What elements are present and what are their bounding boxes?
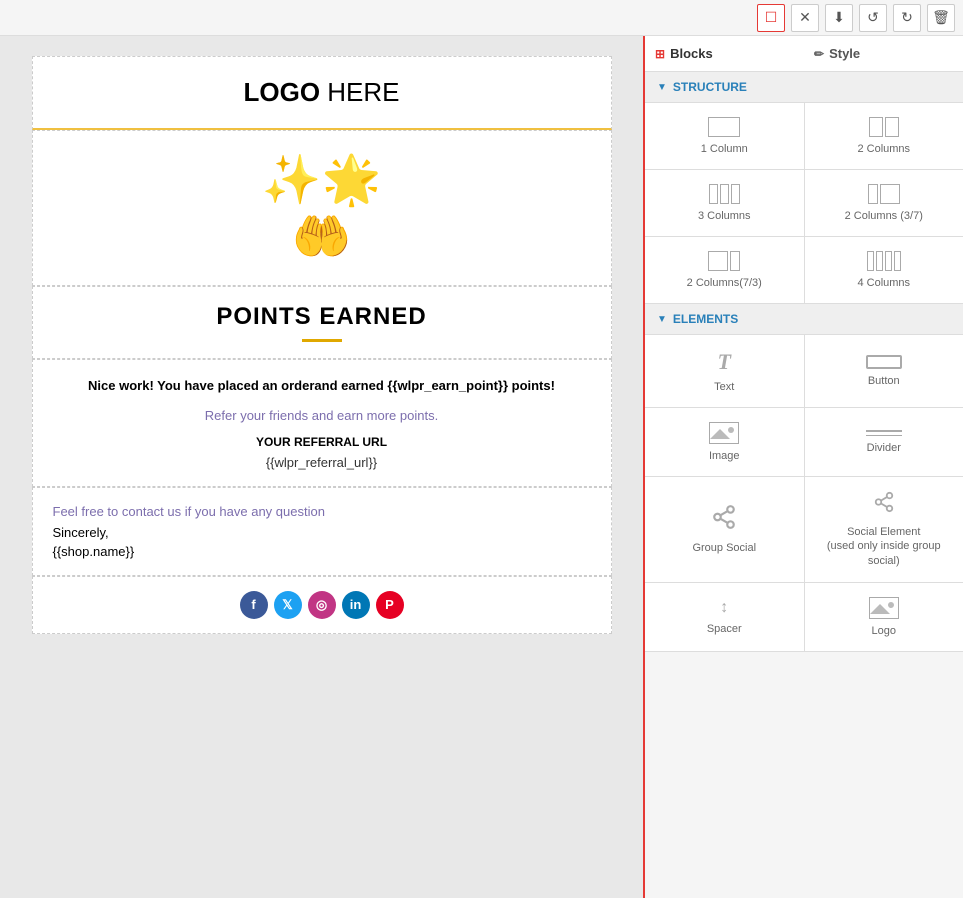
logo-element-icon (869, 597, 899, 619)
footer-sincerely: Sincerely, (53, 525, 591, 540)
block-text[interactable]: T Text (645, 335, 804, 407)
2col-label: 2 Columns (857, 143, 910, 155)
spacer-label: Spacer (707, 623, 742, 635)
2col-icon (869, 117, 899, 137)
block-1-column[interactable]: 1 Column (645, 103, 804, 169)
group-social-label: Group Social (692, 542, 756, 554)
email-social-section: f 𝕏 ◎ in P (32, 576, 612, 634)
pinterest-icon[interactable]: P (376, 591, 404, 619)
divider-label: Divider (867, 442, 901, 454)
points-title: POINTS EARNED (49, 303, 595, 331)
footer-contact: Feel free to contact us if you have any … (53, 504, 591, 519)
style-pen-icon: ✏ (814, 47, 824, 61)
logo-text: LOGO HERE (243, 77, 399, 107)
email-title-section: POINTS EARNED (32, 286, 612, 359)
4col-label: 4 Columns (857, 277, 910, 289)
logo-regular: HERE (320, 77, 399, 107)
button-element-icon (866, 355, 902, 369)
spacer-element-icon: ↕ (720, 599, 728, 617)
tab-blocks-label: Blocks (670, 46, 713, 61)
email-footer-section: Feel free to contact us if you have any … (32, 487, 612, 576)
sidebar: ⊞ Blocks ✏ Style ▼ STRUCTURE 1 Column (643, 36, 963, 898)
structure-section-header: ▼ STRUCTURE (645, 72, 963, 103)
elements-label: ELEMENTS (673, 312, 738, 326)
4col-icon (867, 251, 901, 271)
3col-label: 3 Columns (698, 210, 751, 222)
logo-bold: LOGO (243, 77, 320, 107)
block-4-columns[interactable]: 4 Columns (805, 237, 963, 303)
elements-blocks-grid: T Text Button Image Divider (645, 335, 963, 652)
social-element-icon (873, 491, 895, 519)
2col37-label: 2 Columns (3/7) (845, 210, 923, 222)
toolbar-close-btn[interactable]: ✕ (791, 4, 819, 32)
email-body-section: Nice work! You have placed an orderand e… (32, 359, 612, 487)
2col73-icon (708, 251, 740, 271)
toolbar-box-btn[interactable]: ☐ (757, 4, 785, 32)
elements-section-header: ▼ ELEMENTS (645, 304, 963, 335)
block-social-element[interactable]: Social Element (used only inside group s… (805, 477, 963, 582)
tab-blocks[interactable]: ⊞ Blocks (645, 36, 804, 71)
gold-divider (302, 339, 342, 342)
sidebar-tabs: ⊞ Blocks ✏ Style (645, 36, 963, 72)
structure-blocks-grid: 1 Column 2 Columns 3 Columns (645, 103, 963, 304)
image-label: Image (709, 450, 740, 462)
1col-label: 1 Column (701, 143, 748, 155)
3col-icon (709, 184, 740, 204)
block-button[interactable]: Button (805, 335, 963, 407)
email-preview: LOGO HERE ✨🌟🤲 POINTS EARNED Nice work! Y… (0, 36, 643, 898)
toolbar-download-btn[interactable]: ⬇ (825, 4, 853, 32)
block-2-columns-37[interactable]: 2 Columns (3/7) (805, 170, 963, 236)
star-icon: ✨🌟🤲 (53, 151, 591, 265)
referral-label: YOUR REFERRAL URL (53, 435, 591, 449)
email-body: LOGO HERE ✨🌟🤲 POINTS EARNED Nice work! Y… (32, 56, 612, 634)
main-container: LOGO HERE ✨🌟🤲 POINTS EARNED Nice work! Y… (0, 0, 963, 898)
structure-label: STRUCTURE (673, 80, 747, 94)
logo-label: Logo (872, 625, 896, 637)
tab-style[interactable]: ✏ Style (804, 36, 963, 71)
group-social-icon (711, 504, 737, 536)
divider-element-icon (866, 430, 902, 436)
block-2-columns-73[interactable]: 2 Columns(7/3) (645, 237, 804, 303)
text-label: Text (714, 381, 734, 393)
footer-shop: {{shop.name}} (53, 544, 591, 559)
text-element-icon: T (718, 349, 731, 375)
2col73-label: 2 Columns(7/3) (687, 277, 762, 289)
social-icons: f 𝕏 ◎ in P (47, 591, 597, 619)
toolbar-redo-btn[interactable]: ↻ (893, 4, 921, 32)
social-element-label: Social Element (used only inside group s… (813, 525, 956, 568)
referral-url: {{wlpr_referral_url}} (53, 455, 591, 470)
email-logo-section: LOGO HERE (32, 56, 612, 130)
body-main-text: Nice work! You have placed an orderand e… (53, 376, 591, 396)
block-3-columns[interactable]: 3 Columns (645, 170, 804, 236)
block-group-social[interactable]: Group Social (645, 477, 804, 582)
toolbar-trash-btn[interactable]: 🗑 (927, 4, 955, 32)
refer-link[interactable]: Refer your friends and earn more points. (53, 408, 591, 423)
button-label: Button (868, 375, 900, 387)
2col37-icon (868, 184, 900, 204)
linkedin-icon[interactable]: in (342, 591, 370, 619)
toolbar-undo-btn[interactable]: ↺ (859, 4, 887, 32)
email-icon-section: ✨🌟🤲 (32, 130, 612, 286)
twitter-icon[interactable]: 𝕏 (274, 591, 302, 619)
block-logo[interactable]: Logo (805, 583, 963, 651)
image-element-icon (709, 422, 739, 444)
block-image[interactable]: Image (645, 408, 804, 476)
block-2-columns[interactable]: 2 Columns (805, 103, 963, 169)
1col-icon (708, 117, 740, 137)
structure-arrow-icon: ▼ (657, 82, 667, 93)
elements-arrow-icon: ▼ (657, 314, 667, 325)
block-spacer[interactable]: ↕ Spacer (645, 583, 804, 651)
blocks-grid-icon: ⊞ (655, 47, 665, 61)
facebook-icon[interactable]: f (240, 591, 268, 619)
instagram-icon[interactable]: ◎ (308, 591, 336, 619)
toolbar: ☐ ✕ ⬇ ↺ ↻ 🗑 (0, 0, 963, 36)
tab-style-label: Style (829, 46, 860, 61)
block-divider[interactable]: Divider (805, 408, 963, 476)
